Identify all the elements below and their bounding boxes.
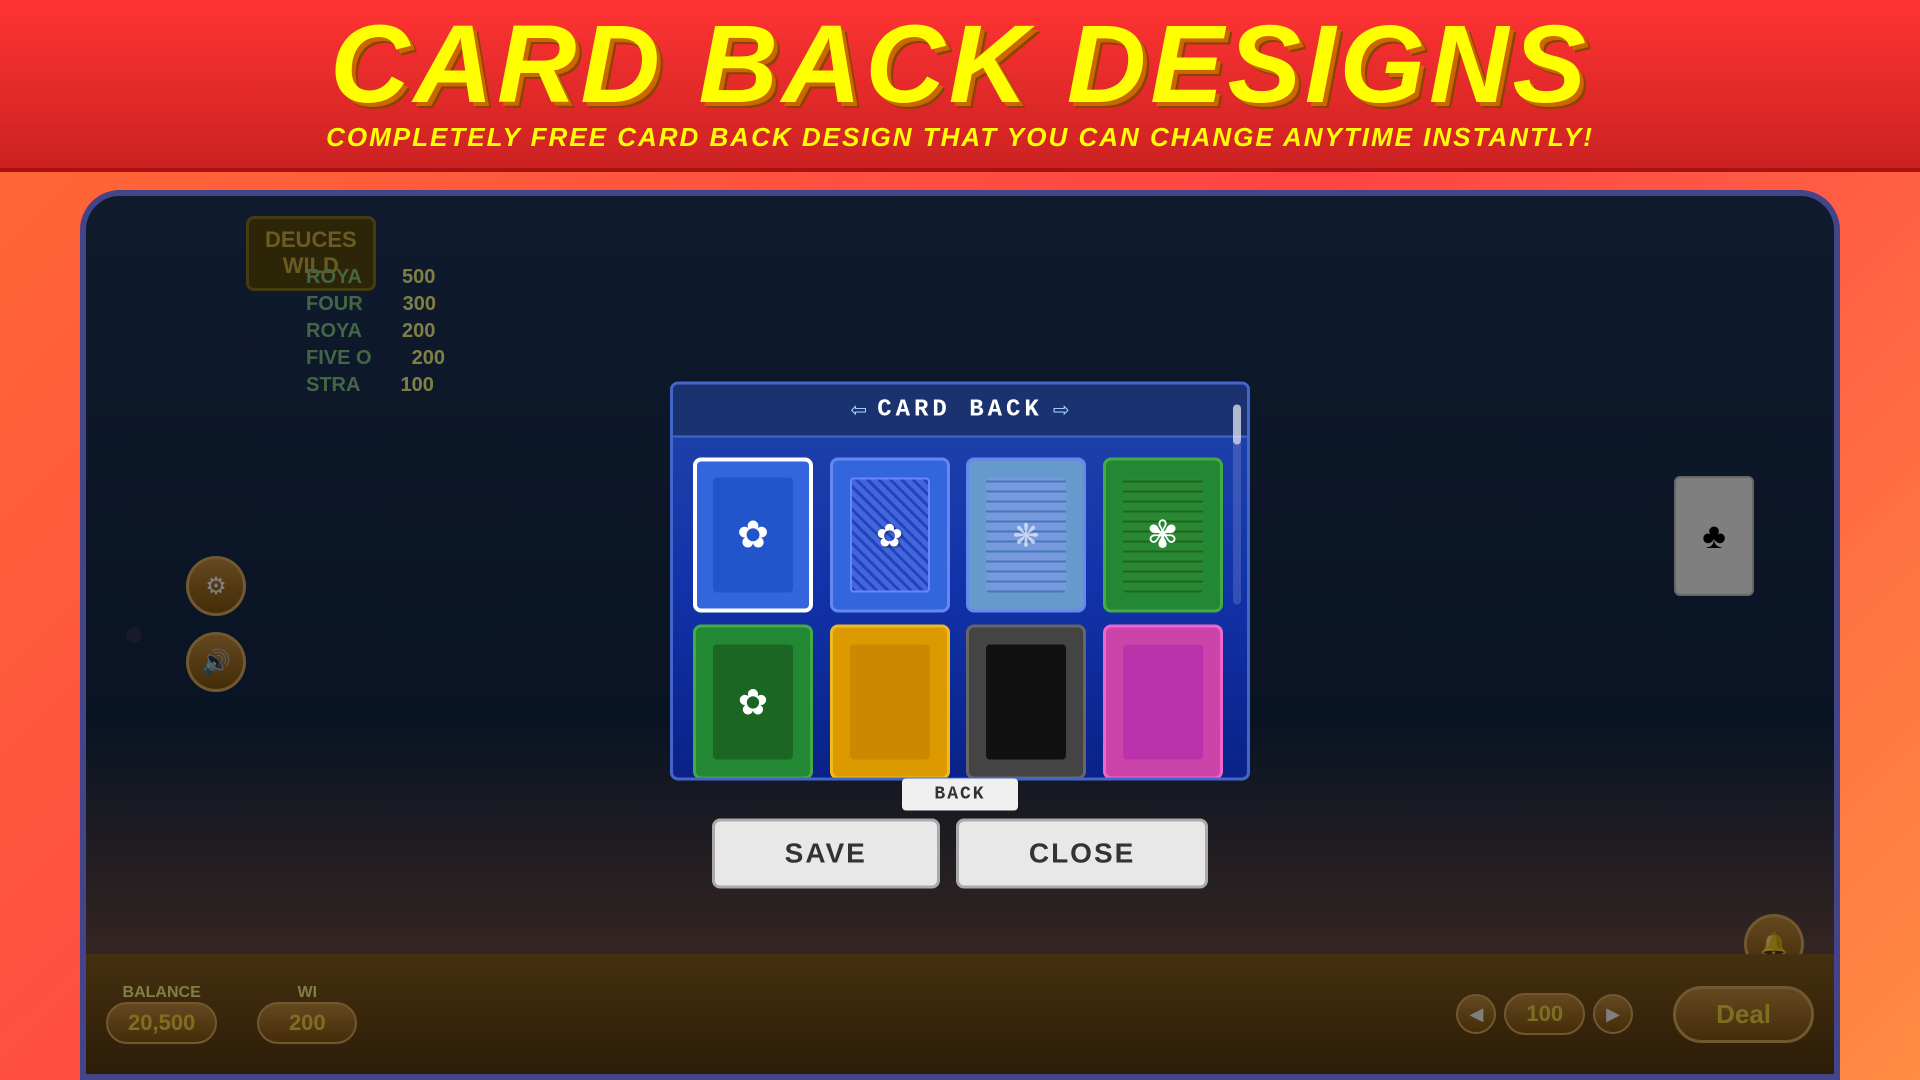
modal-wrapper: ⇦ CARD BACK ⇨ ✿ ✿ — [670, 382, 1250, 889]
card-option-4[interactable]: ✾ — [1103, 458, 1223, 613]
save-button[interactable]: SAVE — [712, 819, 940, 889]
close-button[interactable]: CLOSE — [956, 819, 1208, 889]
back-label: BACK — [902, 779, 1017, 811]
left-arrow-icon: ⇦ — [850, 398, 867, 423]
modal-action-buttons: SAVE CLOSE — [712, 819, 1209, 889]
card-option-6[interactable] — [830, 625, 950, 778]
card-option-7[interactable] — [966, 625, 1086, 778]
scrollbar-track[interactable] — [1233, 438, 1241, 605]
scrollbar-thumb[interactable] — [1233, 438, 1241, 445]
card-option-5[interactable]: ✿ — [693, 625, 813, 778]
right-arrow-icon: ⇨ — [1053, 398, 1070, 423]
card-option-1[interactable]: ✿ — [693, 458, 813, 613]
card-option-2[interactable]: ✿ — [830, 458, 950, 613]
modal-title: CARD BACK — [877, 397, 1043, 424]
subtitle: COMPLETELY FREE CARD BACK DESIGN THAT YO… — [20, 122, 1900, 153]
main-title: CARD BACK DESIGNS — [20, 10, 1900, 120]
modal-title-bar: ⇦ CARD BACK ⇨ — [673, 385, 1247, 438]
card-back-modal: ⇦ CARD BACK ⇨ ✿ ✿ — [670, 382, 1250, 781]
modal-footer: BACK SAVE CLOSE — [670, 781, 1250, 889]
game-device: DEUCES WILD ROYA500 FOUR300 ROYA200 FIVE… — [80, 190, 1840, 1080]
modal-overlay: ⇦ CARD BACK ⇨ ✿ ✿ — [86, 196, 1834, 1074]
card-option-8[interactable] — [1103, 625, 1223, 778]
top-banner: CARD BACK DESIGNS COMPLETELY FREE CARD B… — [0, 0, 1920, 172]
card-grid: ✿ ✿ ❋ — [673, 438, 1247, 778]
card-option-3[interactable]: ❋ — [966, 458, 1086, 613]
